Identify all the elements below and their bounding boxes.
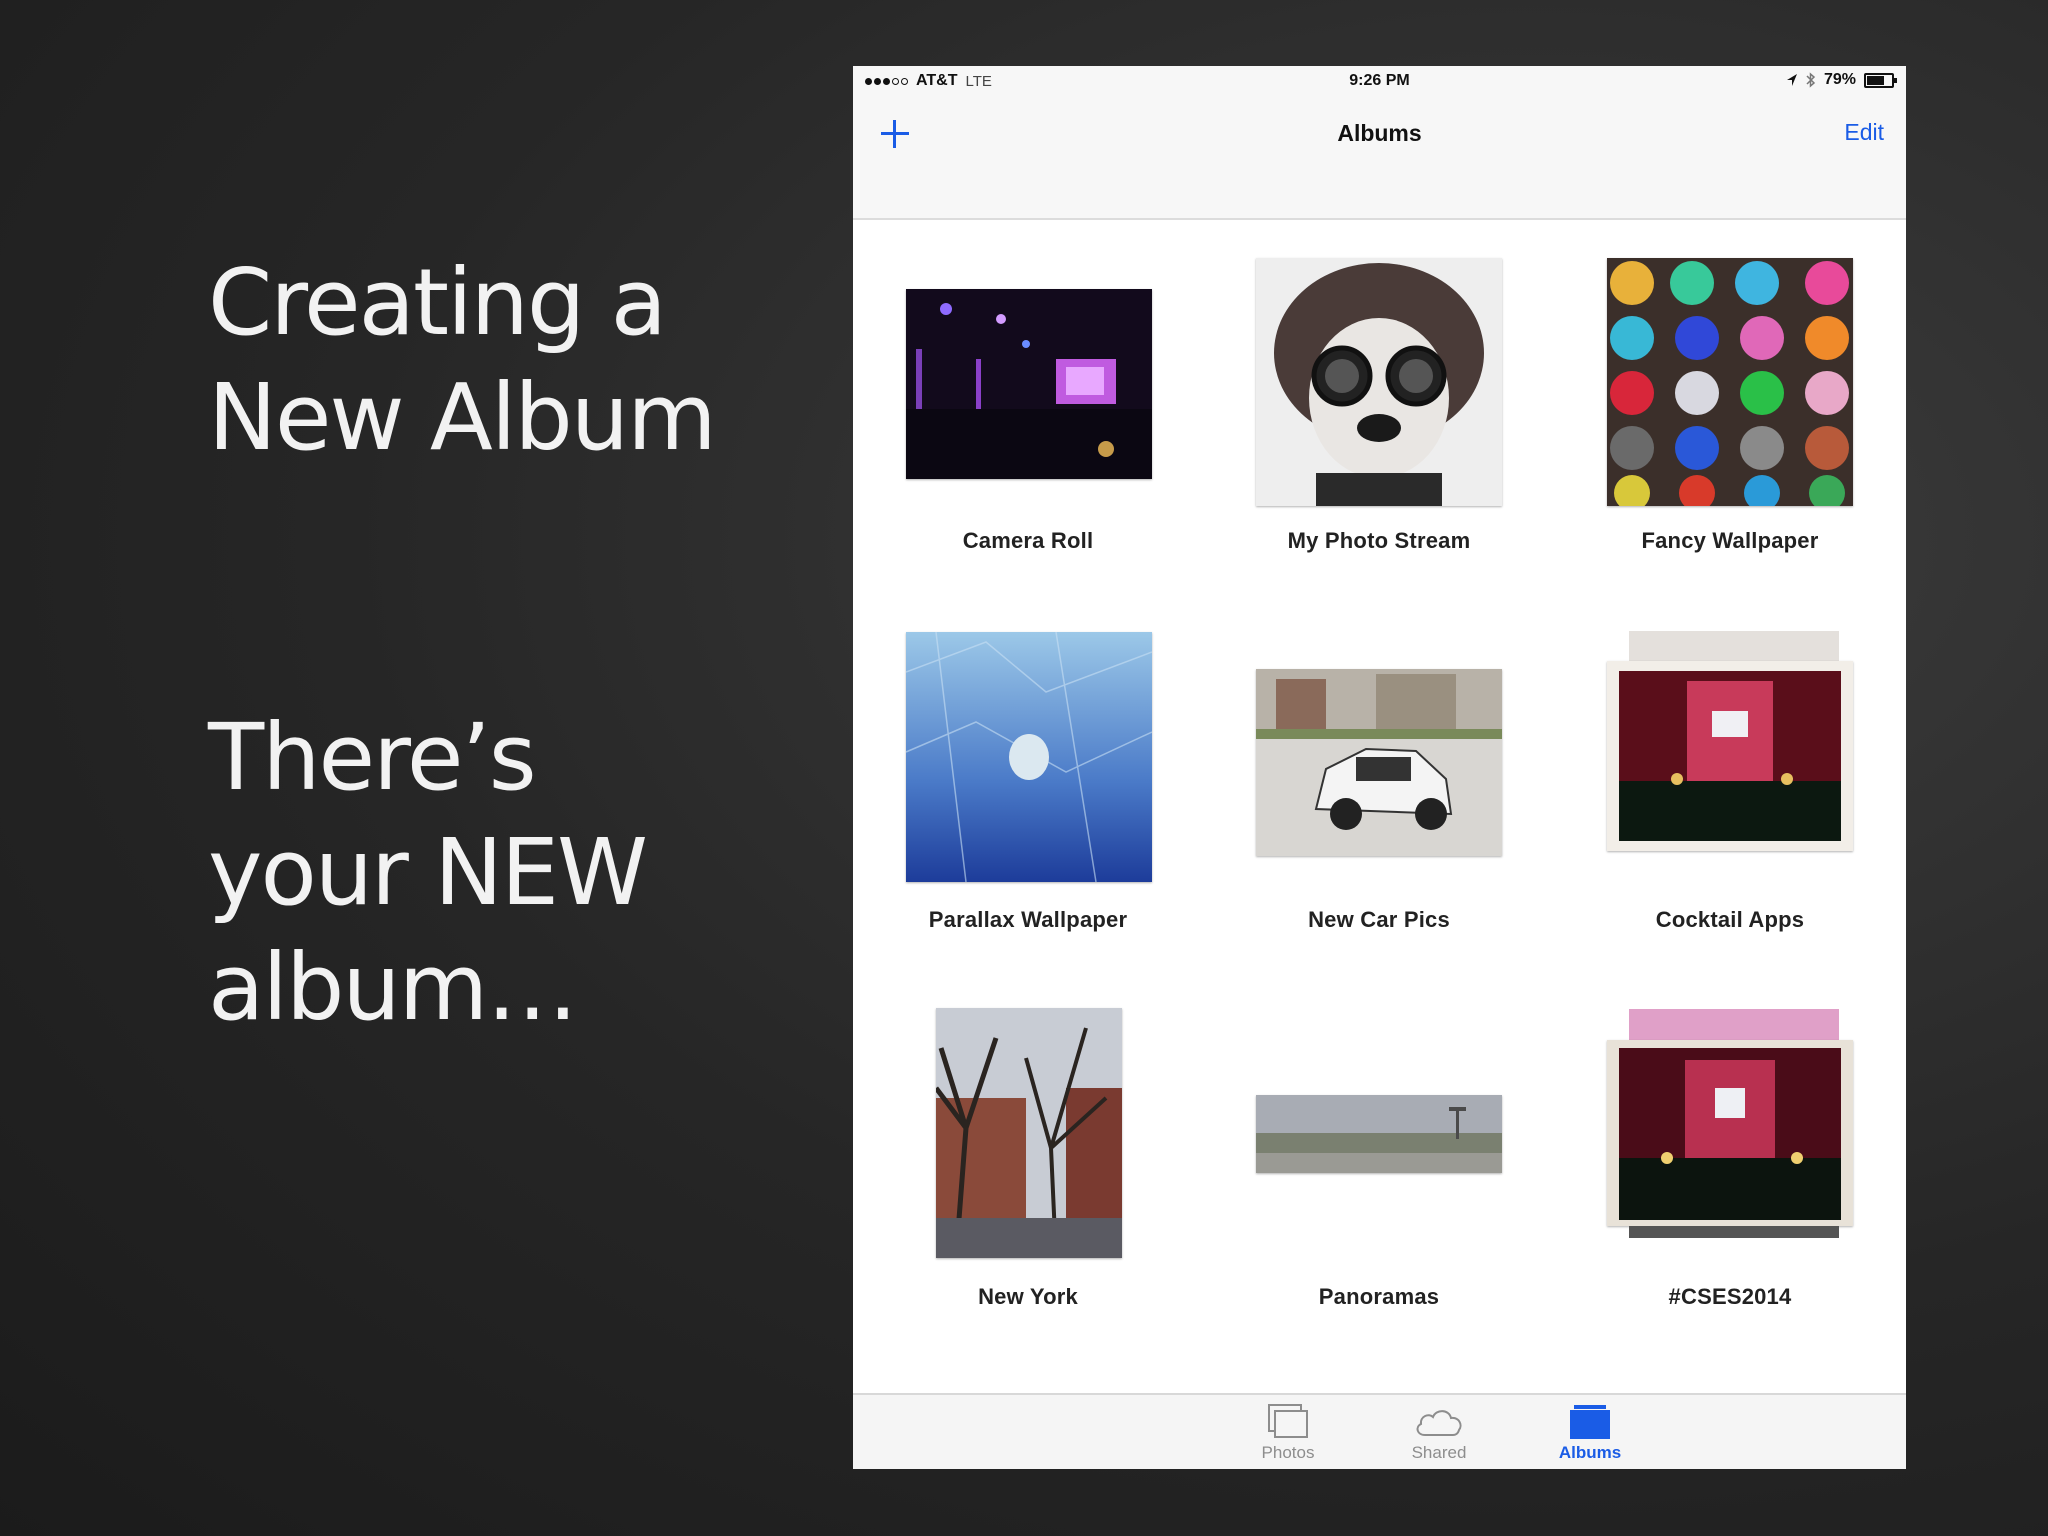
tab-label: Albums (1558, 1443, 1622, 1462)
album-label: My Photo Stream (1287, 528, 1471, 553)
status-bar: AT&T LTE 9:26 PM 79% (853, 66, 1906, 96)
album-cses2014[interactable]: #CSES2014 (1555, 946, 1905, 1326)
cloud-icon (1416, 1410, 1462, 1436)
nav-title: Albums (1337, 120, 1422, 146)
album-thumbnail (1607, 258, 1853, 506)
subheading-line: album… (208, 934, 578, 1041)
albums-icon (1570, 1405, 1610, 1439)
heading-line: New Album (208, 364, 717, 471)
edit-button[interactable]: Edit (1844, 119, 1884, 146)
album-thumbnail (936, 1008, 1122, 1258)
album-parallax-wallpaper[interactable]: Parallax Wallpaper (853, 566, 1203, 946)
slide-heading: Creating a New Album (208, 245, 717, 475)
photos-icon (1268, 1404, 1308, 1438)
album-thumbnail (906, 632, 1152, 882)
album-label: Panoramas (1318, 1284, 1440, 1309)
album-new-car-pics[interactable]: New Car Pics (1204, 566, 1554, 946)
album-label: Fancy Wallpaper (1641, 528, 1819, 553)
album-new-york[interactable]: New York (853, 946, 1203, 1326)
album-label: New Car Pics (1308, 907, 1450, 932)
subheading-line: There’s (208, 704, 537, 811)
album-thumbnail (1607, 1040, 1853, 1226)
bluetooth-icon (1806, 72, 1816, 88)
album-cocktail-apps[interactable]: Cocktail Apps (1555, 566, 1905, 946)
subheading-line: your NEW (208, 819, 648, 926)
battery-icon (1864, 72, 1897, 88)
album-label: #CSES2014 (1668, 1284, 1792, 1309)
album-thumbnail (1607, 661, 1853, 851)
tab-shared[interactable]: Shared (1379, 1403, 1499, 1463)
nav-bar: Albums Edit (853, 96, 1906, 220)
slide-subheading: There’s your NEW album… (208, 700, 648, 1045)
album-thumbnail (1256, 258, 1502, 506)
tab-bar: Photos Shared Albums (853, 1393, 1906, 1469)
album-thumbnail (906, 289, 1152, 479)
tab-label: Shared (1411, 1443, 1467, 1462)
album-thumbnail (1256, 669, 1502, 856)
status-time: 9:26 PM (1349, 72, 1410, 89)
battery-fill (1867, 75, 1885, 85)
battery-percent: 79% (1823, 71, 1856, 88)
location-arrow-icon (1786, 74, 1797, 86)
album-label: New York (978, 1284, 1078, 1309)
ipad-screen: AT&T LTE 9:26 PM 79% Albums Edit Camera … (853, 66, 1906, 1469)
heading-line: Creating a (208, 249, 667, 356)
tab-label: Photos (1261, 1443, 1315, 1462)
tab-albums[interactable]: Albums (1530, 1403, 1650, 1463)
album-my-photo-stream[interactable]: My Photo Stream (1204, 216, 1554, 566)
album-label: Parallax Wallpaper (928, 907, 1128, 932)
album-panoramas[interactable]: Panoramas (1204, 946, 1554, 1326)
album-label: Camera Roll (962, 528, 1094, 553)
status-right: 79% (1786, 71, 1897, 89)
album-label: Cocktail Apps (1655, 907, 1805, 932)
album-thumbnail (1256, 1095, 1502, 1173)
album-fancy-wallpaper[interactable]: Fancy Wallpaper (1555, 216, 1905, 566)
album-camera-roll[interactable]: Camera Roll (853, 216, 1203, 566)
tab-photos[interactable]: Photos (1228, 1403, 1348, 1463)
